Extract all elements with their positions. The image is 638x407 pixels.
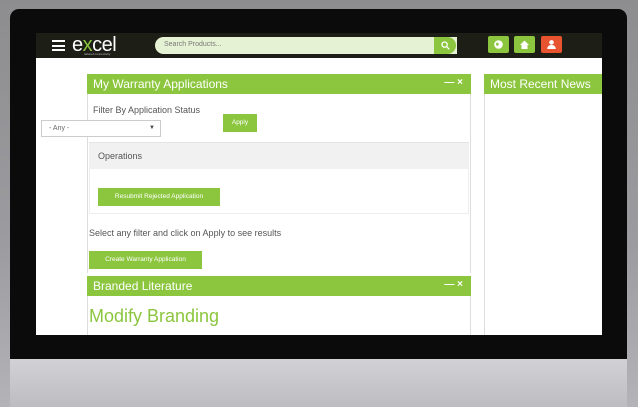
home-icon [520, 40, 529, 49]
filter-hint-text: Select any filter and click on Apply to … [89, 228, 282, 238]
user-button[interactable] [541, 36, 562, 53]
monitor-chin [10, 359, 627, 407]
create-warranty-button[interactable]: Create Warranty Application [89, 251, 202, 269]
search-input[interactable]: Search Products... [155, 37, 457, 54]
literature-panel-title: Branded Literature [93, 279, 193, 293]
globe-button[interactable] [488, 36, 509, 53]
literature-panel-header: Branded Literature — × [87, 276, 471, 296]
panel-controls-icon[interactable]: — × [444, 279, 463, 290]
resubmit-rejected-button[interactable]: Resubmit Rejected Application [98, 188, 220, 206]
news-panel-body [484, 94, 602, 335]
chevron-down-icon: ▼ [149, 125, 155, 131]
news-panel-header: Most Recent News [484, 74, 602, 94]
globe-icon [494, 40, 503, 49]
browser-viewport: excel tailored connectivity Search Produ… [36, 33, 602, 335]
logo-text-start: e [72, 34, 83, 56]
status-filter-select[interactable]: - Any - ▼ [41, 120, 161, 137]
top-navigation-bar: excel tailored connectivity Search Produ… [36, 33, 602, 58]
operations-label: Operations [98, 151, 143, 161]
status-filter-value: - Any - [49, 125, 70, 132]
filter-status-label: Filter By Application Status [93, 105, 201, 115]
panel-controls-icon[interactable]: — × [444, 77, 463, 88]
logo-tagline: tailored connectivity [84, 52, 111, 56]
home-button[interactable] [514, 36, 535, 53]
user-icon [547, 40, 556, 49]
search-icon [441, 41, 450, 50]
warranty-panel-header: My Warranty Applications — × [87, 74, 471, 94]
apply-button[interactable]: Apply [223, 114, 257, 132]
modify-branding-heading[interactable]: Modify Branding [89, 306, 219, 327]
search-button[interactable] [434, 37, 456, 54]
warranty-panel-title: My Warranty Applications [93, 77, 228, 91]
menu-icon[interactable] [52, 40, 65, 51]
news-panel-title: Most Recent News [490, 77, 591, 91]
operations-section-header: Operations [89, 142, 469, 169]
